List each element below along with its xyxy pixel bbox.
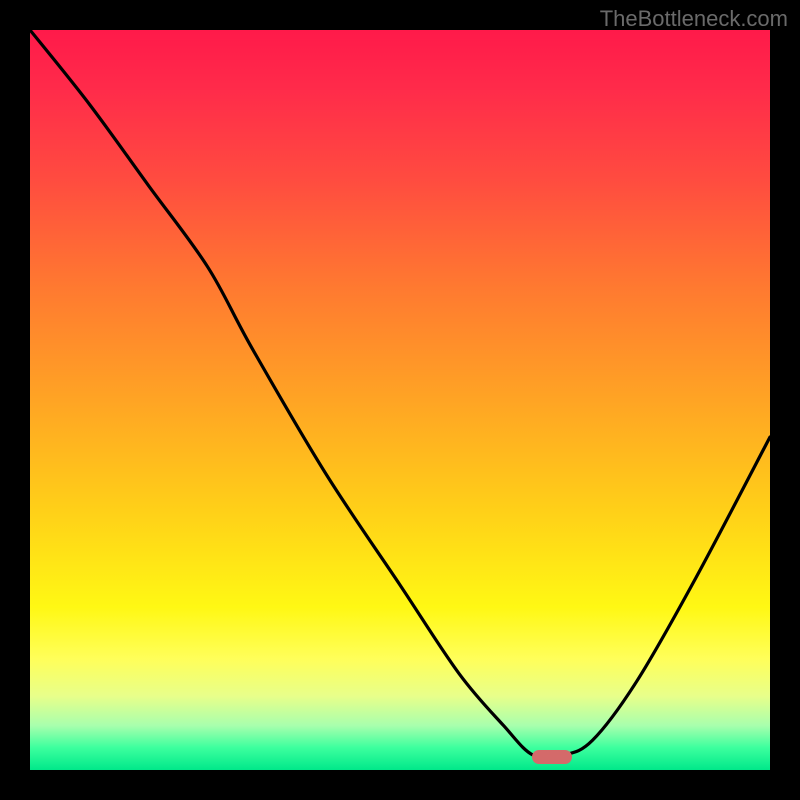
- watermark-text: TheBottleneck.com: [600, 6, 788, 32]
- optimal-marker: [532, 750, 572, 764]
- plot-area: [30, 30, 770, 770]
- bottleneck-curve: [30, 30, 770, 770]
